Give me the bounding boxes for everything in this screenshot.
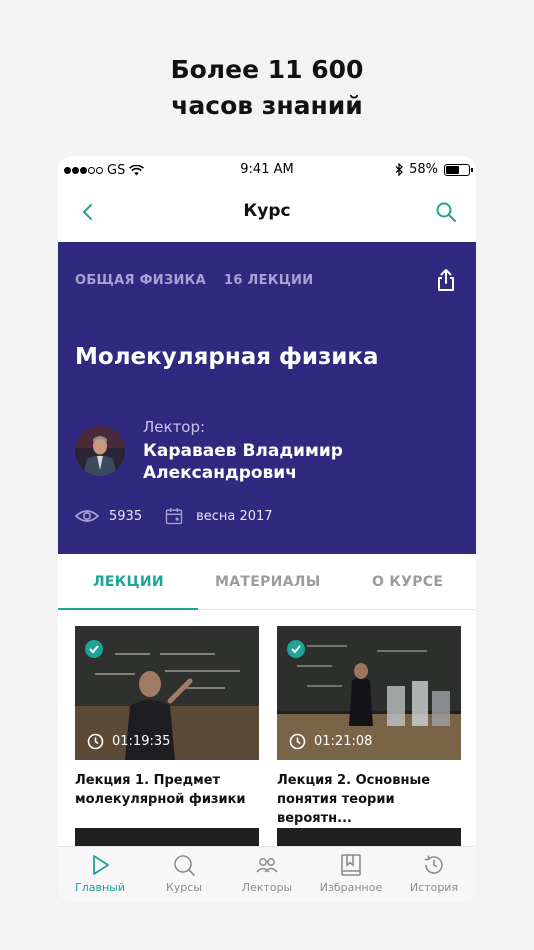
duration-text: 01:21:08 — [314, 734, 373, 749]
lecturer-avatar[interactable] — [75, 426, 125, 476]
page-title: Курс — [243, 201, 291, 221]
calendar-icon — [165, 508, 183, 525]
promo-headline-line1: Более 11 600 — [170, 55, 364, 84]
tabbar-favorites[interactable]: Избранное — [309, 847, 393, 902]
play-icon — [93, 855, 109, 875]
lecturer-name[interactable]: Караваев Владимир Александрович — [143, 440, 443, 484]
nav-bar: Курс — [58, 184, 476, 242]
tabbar-lecturers[interactable]: Лекторы — [225, 847, 309, 902]
status-right: 58% — [395, 162, 473, 177]
course-category[interactable]: ОБЩАЯ ФИЗИКА — [75, 273, 206, 288]
status-bar: GS 9:41 AM 58% — [58, 156, 476, 184]
course-tabs: ЛЕКЦИИ МАТЕРИАЛЫ О КУРСЕ — [58, 554, 476, 610]
bluetooth-icon — [395, 163, 403, 176]
tab-about[interactable]: О КУРСЕ — [372, 574, 443, 590]
lecturer-caption: Лектор: — [143, 418, 206, 436]
duration-text: 01:19:35 — [112, 734, 171, 749]
views-count: 5935 — [109, 508, 143, 524]
tabbar-label: Главный — [75, 881, 125, 894]
lecture-card[interactable]: 01:19:35 Лекция 1. Предмет молекулярной … — [75, 626, 259, 809]
lecture-card[interactable] — [75, 828, 259, 848]
tabbar-courses[interactable]: Курсы — [142, 847, 226, 902]
lecture-thumbnail[interactable] — [277, 828, 461, 848]
search-icon — [174, 855, 195, 876]
course-title: Молекулярная физика — [75, 344, 379, 370]
clock-icon — [289, 733, 306, 750]
promo-headline: Более 11 600 часов знаний — [0, 52, 534, 124]
lecture-title[interactable]: Лекция 1. Предмет молекулярной физики — [75, 771, 259, 809]
tab-lectures[interactable]: ЛЕКЦИИ — [93, 574, 164, 590]
tabbar-label: Избранное — [319, 881, 383, 894]
bottom-tab-bar: Главный Курсы Лекторы Избранное История — [58, 846, 476, 902]
tabbar-history[interactable]: История — [392, 847, 476, 902]
watched-check-icon — [85, 640, 103, 658]
tabbar-label: История — [409, 881, 459, 894]
history-icon — [424, 855, 443, 874]
watched-check-icon — [287, 640, 305, 658]
lecture-card[interactable]: 01:21:08 Лекция 2. Основные понятия теор… — [277, 626, 461, 828]
semester-label: весна 2017 — [196, 508, 273, 524]
lecture-thumbnail[interactable]: 01:21:08 — [277, 626, 461, 760]
course-stats: 5935 весна 2017 — [75, 506, 273, 526]
tabbar-home[interactable]: Главный — [58, 847, 142, 902]
tabbar-label: Курсы — [165, 881, 203, 894]
lecture-duration: 01:21:08 — [289, 733, 372, 750]
tabbar-label: Лекторы — [241, 881, 293, 894]
promo-headline-line2: часов знаний — [171, 91, 363, 120]
lecture-thumbnail[interactable] — [75, 828, 259, 848]
tab-materials[interactable]: МАТЕРИАЛЫ — [215, 574, 321, 590]
lecture-title[interactable]: Лекция 2. Основные понятия теории вероят… — [277, 771, 461, 828]
lecture-thumbnail[interactable]: 01:19:35 — [75, 626, 259, 760]
search-icon[interactable] — [434, 200, 458, 224]
clock-icon — [87, 733, 104, 750]
people-icon — [256, 858, 278, 873]
lectures-count: 16 ЛЕКЦИИ — [223, 273, 314, 288]
lecture-duration: 01:19:35 — [87, 733, 170, 750]
tab-active-indicator — [58, 608, 198, 610]
eye-icon — [75, 510, 99, 522]
course-header: ОБЩАЯ ФИЗИКА 16 ЛЕКЦИИ Молекулярная физи… — [58, 242, 476, 554]
phone-screen: GS 9:41 AM 58% Курс ОБЩАЯ ФИЗИКА 16 ЛЕКЦ… — [58, 156, 476, 902]
course-meta: ОБЩАЯ ФИЗИКА 16 ЛЕКЦИИ — [75, 273, 313, 288]
share-icon[interactable] — [436, 268, 456, 292]
bookmark-icon — [341, 854, 361, 876]
lecture-card[interactable] — [277, 828, 461, 848]
battery-icon — [444, 163, 473, 176]
battery-percent: 58% — [409, 162, 438, 177]
